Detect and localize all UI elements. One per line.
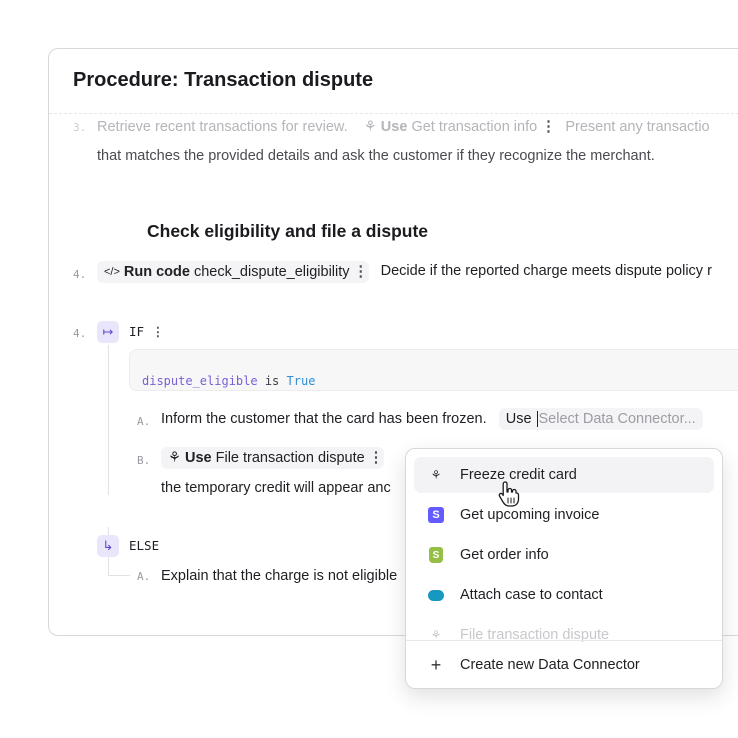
if-item-a: Inform the customer that the card has be… (161, 408, 703, 430)
step-number: 3. (73, 121, 87, 134)
item-marker: B. (137, 454, 151, 467)
step-number: 4. (73, 327, 87, 340)
dropdown-item-freeze-credit-card[interactable]: ⚘ Freeze credit card (414, 457, 714, 493)
page-title: Procedure: Transaction dispute (73, 69, 374, 91)
salesforce-icon (426, 585, 446, 605)
item-marker: A. (137, 570, 151, 583)
stripe-icon: S (426, 505, 446, 525)
if-label: IF ⋮ (129, 324, 165, 339)
if-item-b-line2: the temporary credit will appear anc (161, 480, 391, 496)
more-icon[interactable]: ⋮ (541, 119, 556, 135)
tool-chip-file-transaction-dispute[interactable]: ⚘ Use File transaction dispute ⋮ (161, 447, 384, 469)
create-data-connector-button[interactable]: + Create new Data Connector (414, 647, 714, 683)
else-label: ELSE (129, 538, 160, 553)
webhook-icon: ⚘ (168, 450, 181, 466)
webhook-icon: ⚘ (430, 628, 442, 642)
step-3-text-line2: that matches the provided details and as… (97, 148, 655, 164)
dropdown-item-attach-case-to-contact[interactable]: Attach case to contact (414, 577, 714, 613)
dropdown-item-get-order-info[interactable]: S Get order info (414, 537, 714, 573)
item-marker: A. (137, 415, 151, 428)
dropdown-divider (406, 640, 722, 641)
run-code-chip[interactable]: </> Run code check_dispute_eligibility ⋮ (97, 261, 369, 283)
more-icon[interactable]: ⋮ (152, 324, 165, 339)
code-icon: </> (104, 266, 120, 278)
more-icon[interactable]: ⋮ (369, 450, 384, 466)
section-title: Check eligibility and file a dispute (147, 221, 429, 241)
tool-chip-get-transaction-info[interactable]: Get transaction info (411, 119, 537, 135)
branch-line (108, 557, 109, 575)
text-caret (536, 411, 538, 427)
shopify-icon: S (426, 545, 446, 565)
webhook-icon: ⚘ (430, 468, 442, 482)
branch-if-icon[interactable]: ↦ (97, 321, 119, 343)
plus-icon: + (430, 654, 442, 675)
step-3-text: Retrieve recent transactions for review.… (97, 119, 710, 135)
more-icon[interactable]: ⋮ (354, 264, 369, 280)
condition-box[interactable]: dispute_eligible is True (129, 349, 738, 391)
webhook-icon: ⚘ (363, 119, 377, 135)
step-4-row: </> Run code check_dispute_eligibility ⋮… (97, 261, 712, 283)
divider (49, 113, 738, 114)
step-number: 4. (73, 268, 87, 281)
if-item-b: ⚘ Use File transaction dispute ⋮ (161, 447, 384, 469)
branch-else-icon[interactable]: ↳ (97, 535, 119, 557)
hand-cursor-icon (498, 481, 520, 507)
branch-line (108, 345, 109, 495)
branch-line (108, 575, 130, 576)
data-connector-dropdown: ⚘ Freeze credit card S Get upcoming invo… (405, 448, 723, 689)
dropdown-item-get-upcoming-invoice[interactable]: S Get upcoming invoice (414, 497, 714, 533)
else-item-a: Explain that the charge is not eligible (161, 568, 398, 584)
data-connector-select[interactable]: Use Select Data Connector... (498, 408, 703, 430)
